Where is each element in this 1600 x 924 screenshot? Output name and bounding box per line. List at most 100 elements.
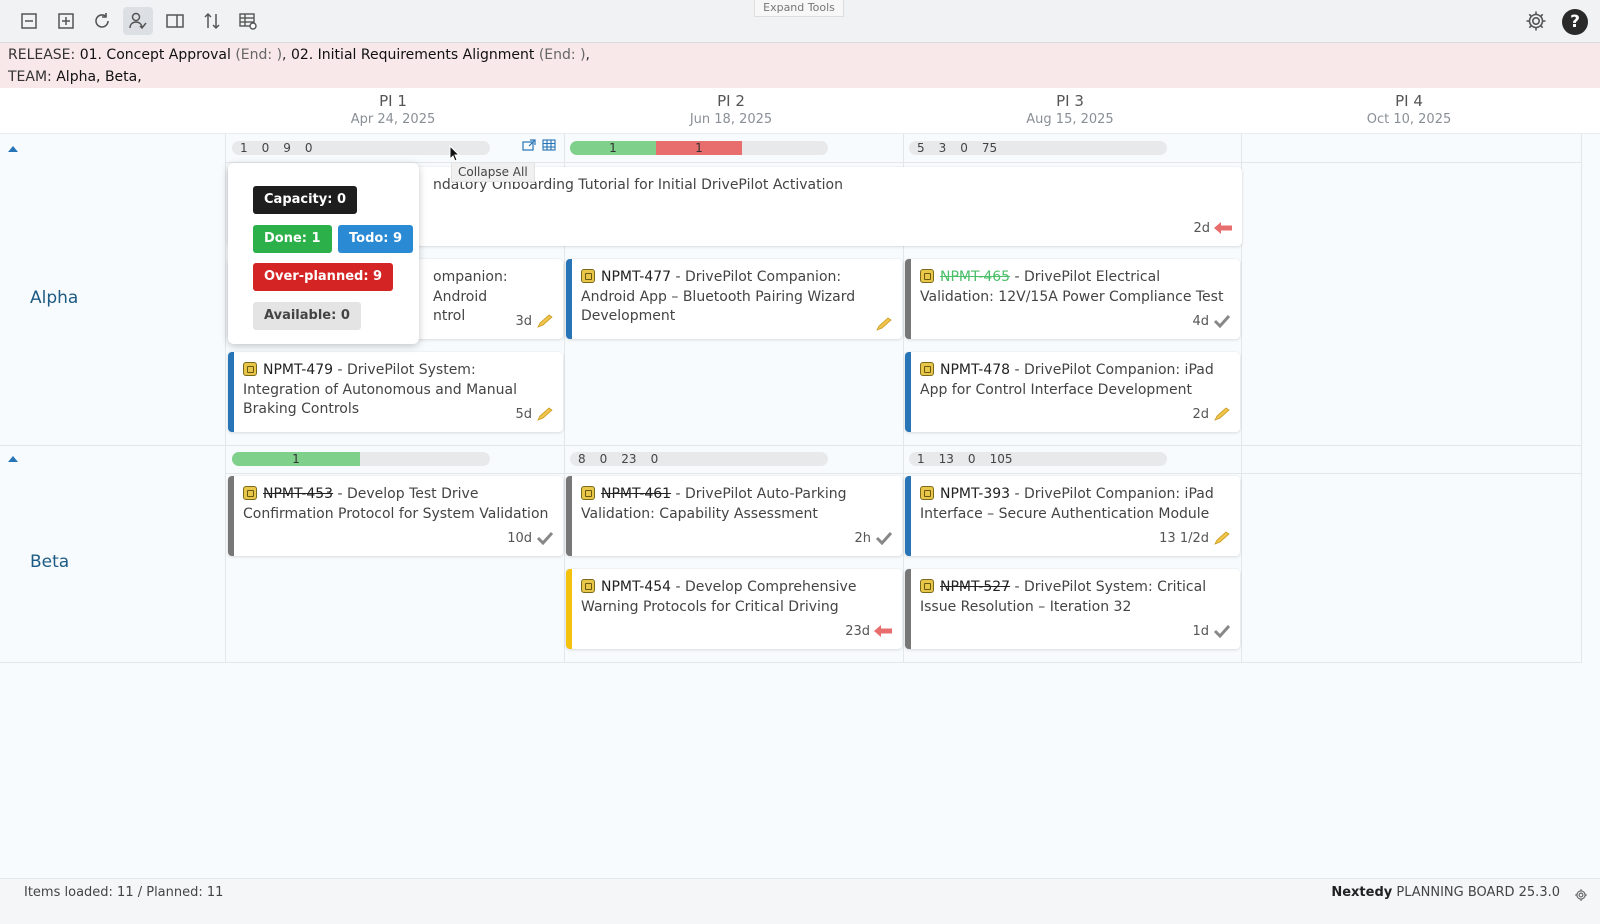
work-item-card[interactable]: NPMT-478 - DrivePilot Companion: iPad Ap… <box>905 352 1240 432</box>
story-icon <box>243 486 257 500</box>
expand-icon[interactable] <box>51 7 81 35</box>
in-progress-pencil-icon <box>1214 531 1230 546</box>
overdue-arrow-icon <box>874 625 892 638</box>
grid-divider <box>225 134 226 662</box>
card-key[interactable]: NPMT-477 <box>601 269 671 285</box>
work-item-card[interactable]: NPMT-461 - DrivePilot Auto-Parking Valid… <box>566 476 902 556</box>
mouse-cursor-icon <box>449 145 461 162</box>
card-title: NPMT-461 - DrivePilot Auto-Parking Valid… <box>581 485 894 524</box>
items-loaded-status: Items loaded: 11 / Planned: 11 <box>24 885 224 900</box>
open-external-icon[interactable] <box>522 139 536 151</box>
card-key[interactable]: NPMT-527 <box>940 579 1010 595</box>
card-estimate: 4d <box>1192 313 1209 329</box>
card-meta: 5d <box>515 405 553 425</box>
work-item-card[interactable]: NPMT-393 - DrivePilot Companion: iPad In… <box>905 476 1240 556</box>
card-estimate: 2d <box>1193 220 1210 236</box>
card-meta: 4d <box>1192 312 1230 332</box>
card-key[interactable]: NPMT-465 <box>940 269 1010 285</box>
footer-settings-icon[interactable] <box>1574 888 1588 902</box>
card-meta: 2h <box>854 529 892 549</box>
grid-divider <box>225 162 1582 163</box>
settings-gear-icon[interactable] <box>1524 9 1550 35</box>
release-1: 01. Concept Approval <box>79 47 231 63</box>
story-icon <box>581 486 595 500</box>
story-icon <box>581 269 595 283</box>
capacity-bar[interactable]: 1 13 0 105 <box>909 452 1167 466</box>
work-item-card[interactable]: NPMT-453 - Develop Test Drive Confirmati… <box>228 476 563 556</box>
grid-divider <box>225 473 1582 474</box>
collapse-all-tooltip: Collapse All <box>451 162 535 182</box>
help-icon[interactable]: ? <box>1562 9 1588 35</box>
grid-divider <box>1581 134 1582 662</box>
story-icon <box>243 362 257 376</box>
capacity-bar[interactable]: 1 1 <box>570 141 828 155</box>
card-title: NPMT-479 - DrivePilot System: Integratio… <box>243 361 555 420</box>
card-estimate: 5d <box>515 406 532 422</box>
card-estimate: 23d <box>845 623 870 639</box>
pi-column-header: PI 2 Jun 18, 2025 <box>562 92 900 128</box>
overplanned-pill: Over-planned: 9 <box>253 263 394 291</box>
card-key[interactable]: NPMT-454 <box>601 579 671 595</box>
release-2: 02. Initial Requirements Alignment <box>290 47 535 63</box>
work-item-card[interactable]: NPMT-477 - DrivePilot Companion: Android… <box>566 259 902 339</box>
capacity-bar[interactable]: 1 <box>232 452 490 466</box>
collapse-team-beta-icon[interactable] <box>8 456 18 462</box>
card-title: NPMT-477 - DrivePilot Companion: Android… <box>581 268 894 327</box>
capacity-done-segment: 1 <box>570 141 656 155</box>
collapse-icon[interactable] <box>14 7 44 35</box>
card-title: NPMT-478 - DrivePilot Companion: iPad Ap… <box>920 361 1232 400</box>
pi-column-header: PI 1 Apr 24, 2025 <box>224 92 562 128</box>
card-key[interactable]: NPMT-453 <box>263 486 333 502</box>
card-key[interactable]: NPMT-479 <box>263 362 333 378</box>
pi-date: Apr 24, 2025 <box>350 112 436 127</box>
card-estimate: 1d <box>1192 623 1209 639</box>
brand-name: Nextedy <box>1331 885 1393 900</box>
capacity-value: 105 <box>989 452 1013 466</box>
grid-divider <box>0 445 1582 446</box>
work-item-card[interactable]: NPMT-527 - DrivePilot System: Critical I… <box>905 569 1240 649</box>
expand-tools-tab[interactable]: Expand Tools <box>754 0 844 17</box>
product-version: 25.3.0 <box>1518 885 1560 900</box>
user-capacity-icon[interactable] <box>123 7 153 35</box>
work-item-card[interactable]: NPMT-479 - DrivePilot System: Integratio… <box>228 352 563 432</box>
release-1-end: (End: ) <box>235 47 283 63</box>
card-meta: 13 1/2d <box>1159 529 1230 549</box>
pi-name: PI 1 <box>379 92 407 110</box>
capacity-value: 3 <box>938 141 947 155</box>
capacity-bar[interactable]: 5 3 0 75 <box>909 141 1167 155</box>
pi-name: PI 2 <box>717 92 745 110</box>
overdue-arrow-icon <box>1214 222 1232 235</box>
capacity-value: 0 <box>960 141 968 155</box>
capacity-bar[interactable]: 8 0 23 0 <box>570 452 828 466</box>
card-key[interactable]: NPMT-478 <box>940 362 1010 378</box>
work-item-card[interactable]: NPMT-465 - DrivePilot Electrical Validat… <box>905 259 1240 339</box>
card-meta: 2d <box>1192 405 1230 425</box>
card-title: NPMT-454 - Develop Comprehensive Warning… <box>581 578 894 617</box>
capacity-value: 0 <box>650 452 659 466</box>
sort-icon[interactable] <box>197 7 227 35</box>
table-settings-icon[interactable] <box>233 7 263 35</box>
done-pill: Done: 1 <box>253 225 332 253</box>
in-progress-pencil-icon <box>537 314 553 329</box>
team-values: Alpha, Beta, <box>56 69 142 85</box>
card-meta: 23d <box>845 622 892 642</box>
refresh-icon[interactable] <box>87 7 117 35</box>
pi-column-header: PI 3 Aug 15, 2025 <box>901 92 1239 128</box>
team-label: TEAM: <box>8 69 52 85</box>
pi-date: Oct 10, 2025 <box>1366 112 1452 127</box>
table-view-icon[interactable] <box>542 139 556 151</box>
card-title: NPMT-465 - DrivePilot Electrical Validat… <box>920 268 1232 307</box>
done-check-icon <box>536 532 553 546</box>
capacity-popover: Capacity: 0 Done: 1 Todo: 9 Over-planned… <box>228 163 419 344</box>
pi-date: Aug 15, 2025 <box>1026 112 1114 127</box>
card-key[interactable]: NPMT-393 <box>940 486 1010 502</box>
split-view-icon[interactable] <box>160 7 190 35</box>
capacity-value: 23 <box>621 452 637 466</box>
card-key[interactable]: NPMT-461 <box>601 486 671 502</box>
team-name-alpha: Alpha <box>30 288 79 308</box>
work-item-card[interactable]: NPMT-454 - Develop Comprehensive Warning… <box>566 569 902 649</box>
story-icon <box>581 579 595 593</box>
team-name-beta: Beta <box>30 552 70 572</box>
collapse-team-alpha-icon[interactable] <box>8 146 18 152</box>
toolbar: Expand Tools ? <box>0 0 1600 43</box>
